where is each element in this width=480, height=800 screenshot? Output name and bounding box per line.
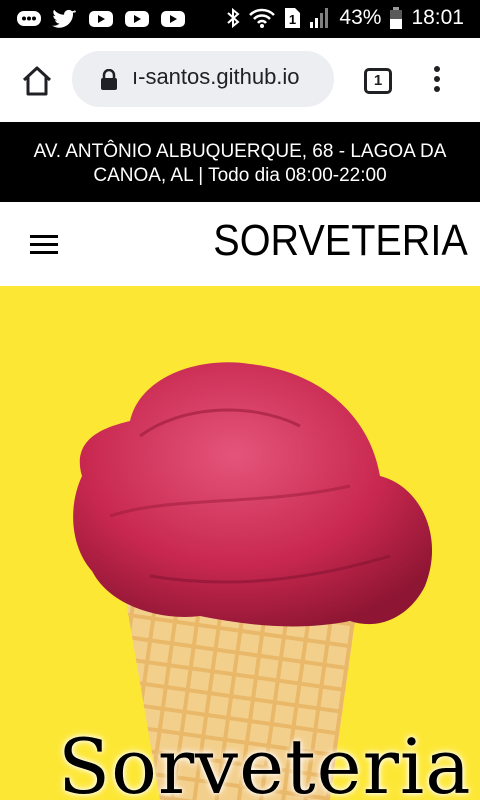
signal-icon	[309, 7, 331, 29]
youtube-icon	[124, 8, 150, 30]
home-icon[interactable]	[20, 64, 54, 98]
system-icons: 1 43% 18:01	[225, 6, 464, 30]
browser-toolbar: ı-santos.github.io 1	[0, 38, 480, 122]
lock-icon	[100, 68, 118, 91]
address-banner: AV. ANTÔNIO ALBUQUERQUE, 68 - LAGOA DA C…	[0, 122, 480, 202]
battery-percent: 43%	[339, 6, 382, 29]
tab-switcher-button[interactable]: 1	[364, 68, 392, 94]
url-text: ı-santos.github.io	[132, 64, 300, 89]
more-options-icon[interactable]	[432, 66, 442, 96]
youtube-icon	[160, 8, 186, 30]
address-text: AV. ANTÔNIO ALBUQUERQUE, 68 - LAGOA DA C…	[33, 141, 447, 186]
sim-icon: 1	[283, 7, 301, 29]
status-bar: 1 43% 18:01	[0, 0, 480, 38]
site-title[interactable]: SORVETERIA	[213, 216, 468, 266]
hero-title: Sorveteria	[58, 722, 472, 800]
wifi-icon	[249, 7, 276, 29]
clock: 18:01	[411, 6, 464, 29]
bluetooth-icon	[225, 7, 241, 29]
address-bar[interactable]: ı-santos.github.io	[72, 51, 334, 107]
battery-icon	[389, 7, 403, 29]
youtube-icon	[88, 8, 114, 30]
svg-text:1: 1	[289, 12, 296, 27]
message-icon	[16, 8, 42, 30]
hamburger-menu-icon[interactable]	[30, 235, 58, 255]
site-header: SORVETERIA	[0, 202, 480, 286]
hero-banner: Sorveteria	[0, 286, 480, 800]
notification-icons	[16, 8, 186, 30]
twitter-icon	[52, 8, 78, 30]
